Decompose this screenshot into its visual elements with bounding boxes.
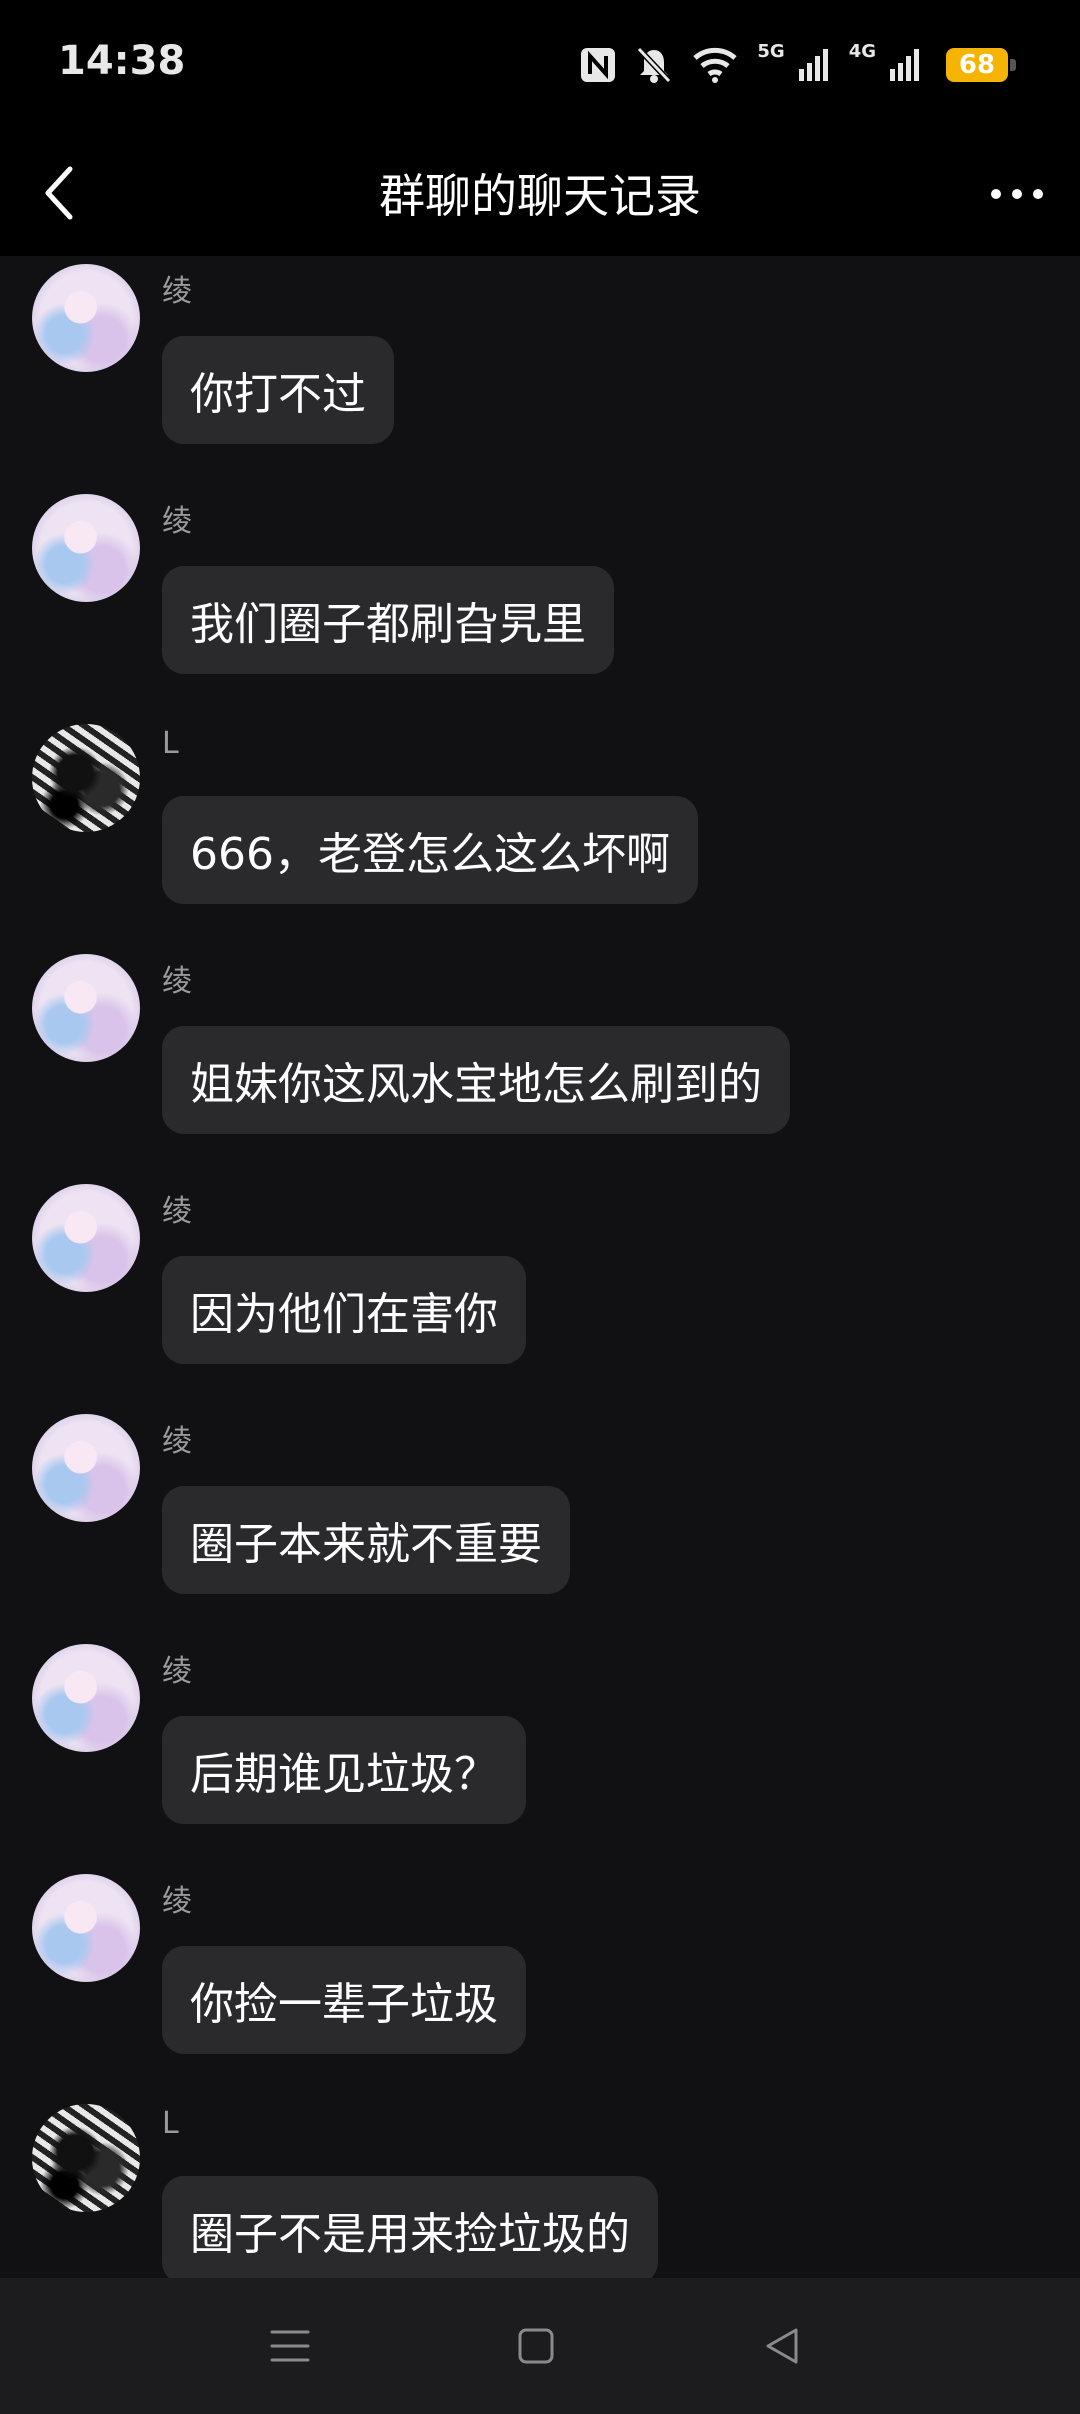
sender-name: 绫 <box>162 1194 192 1229</box>
message-item: 绫 后期谁见垃圾？ <box>0 1640 1080 1870</box>
battery-indicator: 68 <box>946 48 1016 82</box>
sender-name: 绫 <box>162 1884 192 1919</box>
sender-name: 绫 <box>162 1424 192 1459</box>
avatar[interactable] <box>32 494 140 602</box>
recent-apps-button[interactable] <box>260 2316 320 2376</box>
signal-5g-icon <box>797 47 831 83</box>
message-bubble[interactable]: 666，老登怎么这么坏啊 <box>162 796 698 904</box>
avatar[interactable] <box>32 1874 140 1982</box>
sender-name: 绫 <box>162 504 192 539</box>
message-bubble[interactable]: 因为他们在害你 <box>162 1256 526 1364</box>
message-item: 绫 因为他们在害你 <box>0 1180 1080 1410</box>
message-item: 绫 圈子本来就不重要 <box>0 1410 1080 1640</box>
chat-history-list[interactable]: 绫 你打不过 绫 我们圈子都刷旮旯里 L 666，老登怎么这么坏啊 绫 姐妹你这… <box>0 256 1080 2278</box>
sender-name: 绫 <box>162 964 192 999</box>
message-bubble[interactable]: 我们圈子都刷旮旯里 <box>162 566 614 674</box>
title-bar: 群聊的聊天记录 <box>0 130 1080 256</box>
sender-name: L <box>162 2106 179 2141</box>
nav-back-button[interactable] <box>752 2316 812 2376</box>
message-bubble[interactable]: 姐妹你这风水宝地怎么刷到的 <box>162 1026 790 1134</box>
more-dots-icon <box>991 189 1043 199</box>
message-bubble[interactable]: 圈子本来就不重要 <box>162 1486 570 1594</box>
system-nav-bar <box>0 2278 1080 2414</box>
avatar[interactable] <box>32 724 140 832</box>
status-bar: 14:38 5G 4G 68 <box>0 0 1080 130</box>
message-bubble[interactable]: 你打不过 <box>162 336 394 444</box>
message-item: 绫 你打不过 <box>0 260 1080 490</box>
message-bubble[interactable]: 后期谁见垃圾？ <box>162 1716 526 1824</box>
more-button[interactable] <box>982 166 1052 222</box>
sender-name: 绫 <box>162 274 192 309</box>
status-time: 14:38 <box>58 38 186 84</box>
avatar[interactable] <box>32 264 140 372</box>
back-triangle-icon <box>766 2328 798 2364</box>
mute-bell-icon <box>635 45 673 85</box>
message-bubble[interactable]: 圈子不是用来捡垃圾的 <box>162 2176 658 2278</box>
page-title: 群聊的聊天记录 <box>379 169 701 223</box>
avatar[interactable] <box>32 1184 140 1292</box>
signal-4g-icon <box>888 47 922 83</box>
sender-name: L <box>162 726 179 761</box>
home-square-icon <box>518 2328 554 2364</box>
status-icons: 5G 4G 68 <box>579 40 1016 90</box>
avatar[interactable] <box>32 2104 140 2212</box>
menu-icon <box>270 2330 310 2362</box>
message-item: 绫 姐妹你这风水宝地怎么刷到的 <box>0 950 1080 1180</box>
screen: 14:38 5G 4G 68 群聊的聊天记录 绫 你打不过 绫 我们圈子都刷旮旯… <box>0 0 1080 2414</box>
avatar[interactable] <box>32 1414 140 1522</box>
nfc-icon <box>579 46 617 84</box>
net-label-4g: 4G <box>848 40 876 62</box>
wifi-icon <box>691 46 739 84</box>
avatar[interactable] <box>32 1644 140 1752</box>
sender-name: 绫 <box>162 1654 192 1689</box>
home-button[interactable] <box>506 2316 566 2376</box>
message-item: L 圈子不是用来捡垃圾的 <box>0 2100 1080 2278</box>
net-label-5g: 5G <box>757 40 785 62</box>
avatar[interactable] <box>32 954 140 1062</box>
message-item: 绫 我们圈子都刷旮旯里 <box>0 490 1080 720</box>
message-item: 绫 你捡一辈子垃圾 <box>0 1870 1080 2100</box>
message-bubble[interactable]: 你捡一辈子垃圾 <box>162 1946 526 2054</box>
message-item: L 666，老登怎么这么坏啊 <box>0 720 1080 950</box>
